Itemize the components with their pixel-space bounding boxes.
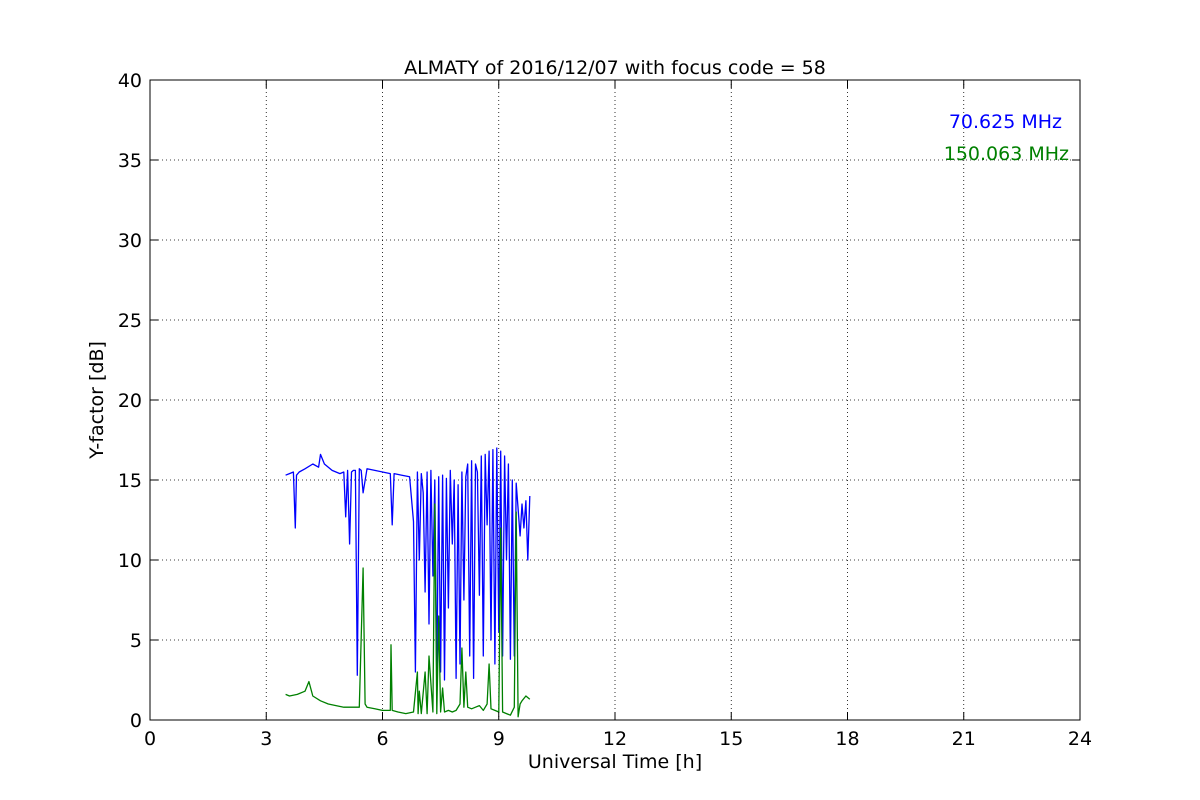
x-tick-label: 9	[493, 728, 505, 750]
chart: ALMATY of 2016/12/07 with focus code = 5…	[0, 0, 1200, 800]
x-tick-label: 6	[376, 728, 388, 750]
y-tick-label: 0	[130, 710, 142, 732]
x-tick-label: 24	[1068, 728, 1092, 750]
chart-title: ALMATY of 2016/12/07 with focus code = 5…	[404, 57, 826, 79]
y-tick-label: 15	[118, 470, 142, 492]
x-tick-label: 0	[144, 728, 156, 750]
y-tick-label: 25	[118, 310, 142, 332]
legend-entry: 150.063 MHz	[944, 143, 1069, 165]
y-tick-label: 30	[118, 230, 142, 252]
y-axis-label: Y-factor [dB]	[86, 341, 108, 460]
x-tick-label: 15	[719, 728, 743, 750]
y-tick-label: 35	[118, 150, 142, 172]
x-tick-label: 3	[260, 728, 272, 750]
y-tick-label: 40	[118, 70, 142, 92]
x-tick-label: 21	[952, 728, 976, 750]
x-tick-label: 12	[603, 728, 627, 750]
y-tick-label: 20	[118, 390, 142, 412]
legend-entry: 70.625 MHz	[949, 111, 1062, 133]
x-axis-label: Universal Time [h]	[528, 751, 702, 773]
y-tick-label: 5	[130, 630, 142, 652]
y-tick-label: 10	[118, 550, 142, 572]
x-tick-label: 18	[835, 728, 859, 750]
